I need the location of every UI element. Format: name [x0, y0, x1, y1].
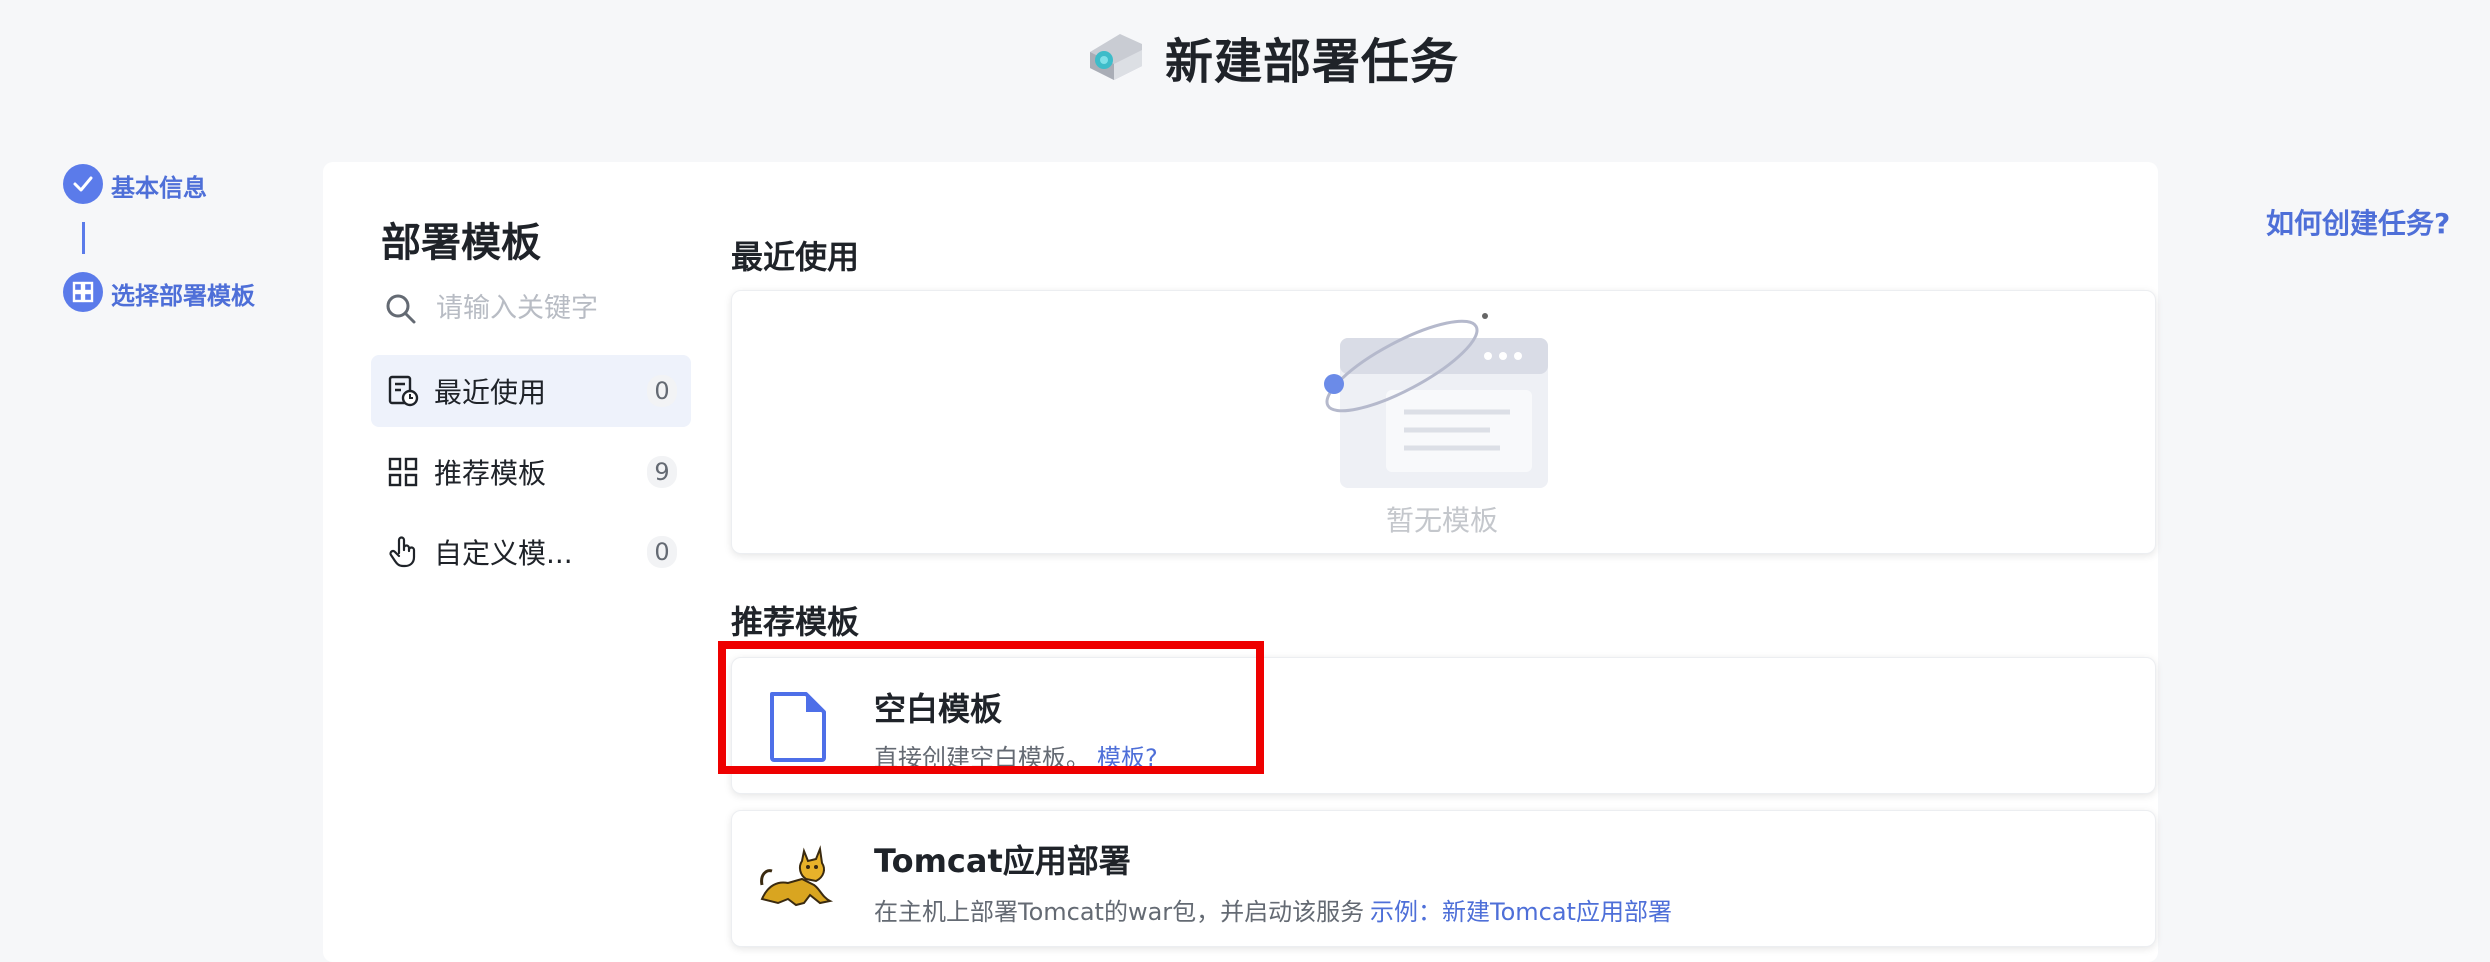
sidebar-item-recent[interactable]: 最近使用 0 — [371, 355, 691, 427]
step-select-template[interactable]: 选择部署模板 — [111, 276, 255, 311]
template-example-link[interactable]: 示例：新建Tomcat应用部署 — [1370, 892, 1672, 927]
page-title: 新建部署任务 — [1165, 34, 1460, 90]
step-basic-info[interactable]: 基本信息 — [111, 168, 207, 203]
search-input[interactable] — [436, 286, 696, 330]
help-create-task-link[interactable]: 如何创建任务? — [2266, 202, 2450, 242]
cloud-deploy-icon — [1080, 22, 1150, 86]
step-connector — [82, 222, 85, 254]
tomcat-icon — [758, 845, 836, 913]
sidebar-item-label: 推荐模板 — [434, 457, 547, 490]
template-name: Tomcat应用部署 — [874, 842, 1131, 880]
template-icon — [63, 272, 103, 312]
count-badge: 9 — [647, 456, 677, 488]
recent-section-title: 最近使用 — [731, 238, 860, 276]
grid-icon — [386, 455, 420, 489]
template-description: 在主机上部署Tomcat的war包，并启动该服务 — [874, 898, 1365, 926]
check-icon — [63, 164, 103, 204]
search-icon — [384, 292, 418, 326]
empty-state-illustration — [1320, 310, 1550, 490]
recommended-section-title: 推荐模板 — [731, 603, 860, 641]
count-badge: 0 — [647, 375, 677, 407]
sidebar-title: 部署模板 — [381, 220, 541, 266]
highlight-box — [718, 641, 1264, 774]
empty-state-text: 暂无模板 — [1386, 504, 1499, 537]
sidebar-item-recommended[interactable]: 推荐模板 9 — [371, 436, 691, 508]
hand-pointer-icon — [386, 535, 420, 569]
sidebar-item-label: 最近使用 — [434, 376, 547, 409]
sidebar-item-label: 自定义模... — [434, 537, 573, 570]
sidebar-item-custom[interactable]: 自定义模... 0 — [371, 516, 691, 588]
count-badge: 0 — [647, 536, 677, 568]
recent-list-icon — [386, 374, 420, 408]
